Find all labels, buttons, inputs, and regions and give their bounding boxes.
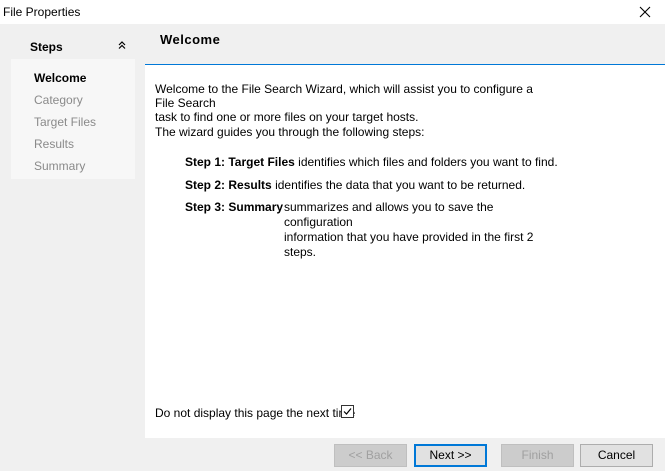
guide-text: The wizard guides you through the follow… <box>155 125 425 139</box>
step-1-desc: identifies which files and folders you w… <box>298 155 558 169</box>
step-row-1: Step 1: Target Files identifies which fi… <box>185 155 558 169</box>
dont-display-label: Do not display this page the next time <box>155 406 356 420</box>
back-button[interactable]: << Back <box>334 444 407 467</box>
sidebar-item-target-files[interactable]: Target Files <box>34 115 96 129</box>
sidebar-item-results[interactable]: Results <box>34 137 74 151</box>
finish-button[interactable]: Finish <box>501 444 574 467</box>
step-3-desc: summarizes and allows you to save the co… <box>284 200 534 259</box>
step-1-name: Target Files <box>228 155 295 169</box>
title-bar: File Properties <box>0 0 665 24</box>
steps-title: Steps <box>30 40 63 54</box>
step-row-2: Step 2: Results identifies the data that… <box>185 178 525 192</box>
close-icon[interactable] <box>637 4 653 20</box>
double-chevron-up-icon[interactable] <box>116 39 128 51</box>
step-2-desc: identifies the data that you want to be … <box>275 178 526 192</box>
step-1-label: Step 1: <box>185 155 226 169</box>
page-title: Welcome <box>160 32 221 47</box>
sidebar-item-category[interactable]: Category <box>34 93 83 107</box>
steps-panel: Steps Welcome Category Target Files Resu… <box>11 29 135 179</box>
content-pane: Welcome Welcome to the File Search Wizar… <box>145 24 665 438</box>
dont-display-checkbox[interactable] <box>341 405 354 418</box>
window-title: File Properties <box>3 5 81 19</box>
checkmark-icon <box>343 408 352 415</box>
sidebar-item-summary[interactable]: Summary <box>34 159 85 173</box>
content-header: Welcome <box>145 24 665 65</box>
intro-text: Welcome to the File Search Wizard, which… <box>155 82 533 124</box>
next-button[interactable]: Next >> <box>414 444 487 467</box>
cancel-button[interactable]: Cancel <box>580 444 653 467</box>
step-row-3: Step 3: Summary <box>185 200 283 214</box>
sidebar-item-welcome[interactable]: Welcome <box>34 71 86 85</box>
step-2-name: Results <box>228 178 272 192</box>
step-3-name: Summary <box>228 200 284 214</box>
step-3-label: Step 3: <box>185 200 226 214</box>
left-pane: Steps Welcome Category Target Files Resu… <box>0 24 145 471</box>
step-2-label: Step 2: <box>185 178 226 192</box>
steps-header: Steps <box>11 29 135 59</box>
